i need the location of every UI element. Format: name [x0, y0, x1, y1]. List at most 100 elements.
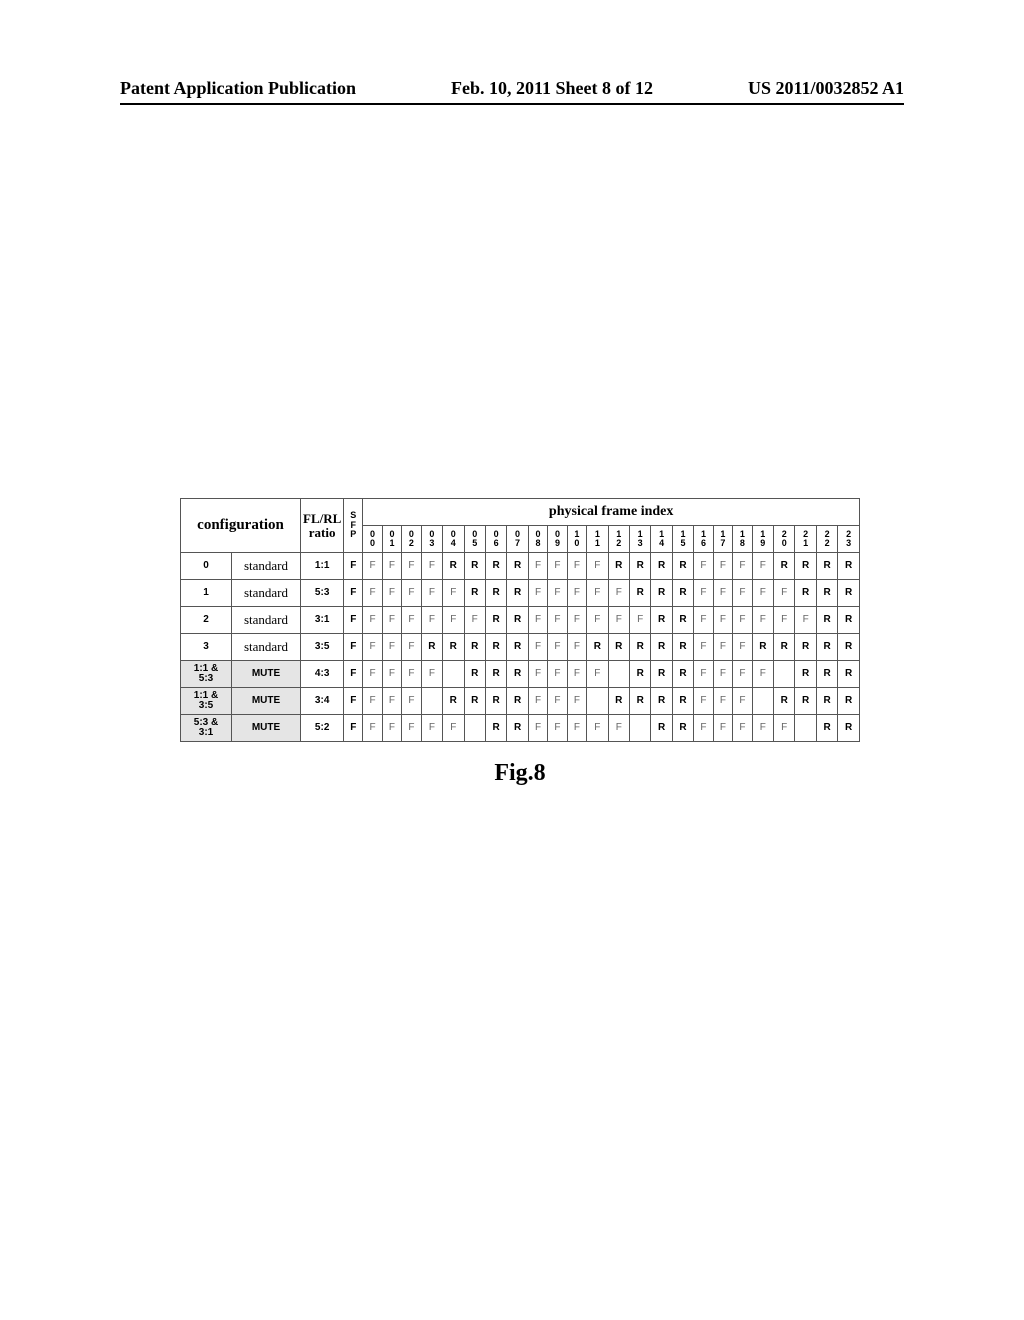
frame-cell: F [402, 661, 421, 688]
frame-cell [774, 661, 795, 688]
th-index-08: 08 [528, 526, 547, 553]
frame-cell: R [816, 688, 837, 715]
frame-cell: F [421, 607, 442, 634]
frame-cell: F [733, 580, 752, 607]
frame-cell: R [507, 580, 528, 607]
th-index-19: 19 [752, 526, 773, 553]
frame-cell: F [363, 634, 382, 661]
th-index-04: 04 [443, 526, 464, 553]
cfg-type: standard [232, 580, 301, 607]
frame-cell [795, 715, 816, 742]
frame-cell: F [548, 688, 567, 715]
frame-cell: F [608, 580, 629, 607]
frame-cell: F [608, 607, 629, 634]
frame-cell: R [816, 553, 837, 580]
ratio-cell: 3:1 [301, 607, 344, 634]
frame-cell: F [608, 715, 629, 742]
frame-cell: F [733, 634, 752, 661]
frame-cell: R [507, 607, 528, 634]
frame-cell: F [363, 580, 382, 607]
frame-cell: F [382, 661, 401, 688]
frame-cell: R [507, 634, 528, 661]
frame-cell: R [651, 688, 672, 715]
th-index-07: 07 [507, 526, 528, 553]
frame-cell: R [421, 634, 442, 661]
frame-cell: F [548, 715, 567, 742]
frame-cell: F [694, 634, 713, 661]
frame-cell: F [402, 580, 421, 607]
sfp-cell: F [344, 580, 363, 607]
frame-cell: F [587, 553, 608, 580]
frame-cell: R [587, 634, 608, 661]
frame-cell [587, 688, 608, 715]
frame-cell: F [713, 661, 732, 688]
frame-cell: F [694, 715, 713, 742]
th-index-21: 21 [795, 526, 816, 553]
frame-cell: R [838, 553, 860, 580]
frame-cell: F [567, 580, 586, 607]
frame-cell: F [402, 607, 421, 634]
frame-cell: R [464, 688, 485, 715]
frame-cell [443, 661, 464, 688]
frame-cell: R [838, 715, 860, 742]
frame-cell: F [567, 715, 586, 742]
frame-cell: R [507, 661, 528, 688]
frame-cell: R [816, 634, 837, 661]
cfg-id: 5:3 &3:1 [181, 715, 232, 742]
table-body: 0standard1:1FFFFFRRRRFFFFRRRRFFFFRRRR1st… [181, 553, 860, 742]
frame-cell: F [713, 553, 732, 580]
frame-cell: F [752, 715, 773, 742]
frame-cell [608, 661, 629, 688]
frame-cell: F [421, 715, 442, 742]
frame-cell: R [443, 634, 464, 661]
frame-cell: R [485, 688, 506, 715]
th-index-03: 03 [421, 526, 442, 553]
frame-cell: R [464, 661, 485, 688]
frame-cell: R [672, 688, 693, 715]
th-sfp: S F P [344, 499, 363, 553]
frame-cell: F [382, 580, 401, 607]
frame-cell: F [363, 607, 382, 634]
th-index-20: 20 [774, 526, 795, 553]
frame-cell: F [694, 580, 713, 607]
frame-cell: R [672, 580, 693, 607]
frame-cell: F [567, 607, 586, 634]
sfp-cell: F [344, 688, 363, 715]
table-row: 0standard1:1FFFFFRRRRFFFFRRRRFFFFRRRR [181, 553, 860, 580]
cfg-id: 2 [181, 607, 232, 634]
frame-cell: F [443, 580, 464, 607]
frame-cell: R [507, 553, 528, 580]
frame-cell: F [587, 607, 608, 634]
figure-caption: Fig.8 [180, 760, 860, 787]
frame-cell: F [363, 715, 382, 742]
frame-cell: F [443, 607, 464, 634]
frame-cell: F [528, 715, 547, 742]
th-index-12: 12 [608, 526, 629, 553]
frame-cell: R [838, 688, 860, 715]
frame-cell: F [382, 688, 401, 715]
frame-index-table: configuration FL/RL ratio S F P physical… [180, 498, 860, 742]
frame-cell: F [402, 715, 421, 742]
ratio-cell: 3:5 [301, 634, 344, 661]
frame-cell: R [672, 661, 693, 688]
cfg-id: 3 [181, 634, 232, 661]
figure-table-wrap: configuration FL/RL ratio S F P physical… [180, 498, 860, 787]
cfg-type: standard [232, 553, 301, 580]
frame-cell: R [838, 634, 860, 661]
header-mid: Feb. 10, 2011 Sheet 8 of 12 [451, 78, 653, 99]
header-left: Patent Application Publication [120, 78, 356, 99]
frame-cell: F [528, 580, 547, 607]
frame-cell: F [528, 634, 547, 661]
frame-cell: F [528, 688, 547, 715]
frame-cell: R [672, 607, 693, 634]
sfp-cell: F [344, 607, 363, 634]
th-ratio: FL/RL ratio [301, 499, 344, 553]
frame-cell: R [795, 661, 816, 688]
sfp-cell: F [344, 634, 363, 661]
frame-cell: R [608, 688, 629, 715]
frame-cell: F [528, 607, 547, 634]
table-row: 2standard3:1FFFFFFFRRFFFFFFRRFFFFFFRR [181, 607, 860, 634]
frame-cell: F [694, 688, 713, 715]
cfg-type: standard [232, 607, 301, 634]
frame-cell: F [774, 715, 795, 742]
